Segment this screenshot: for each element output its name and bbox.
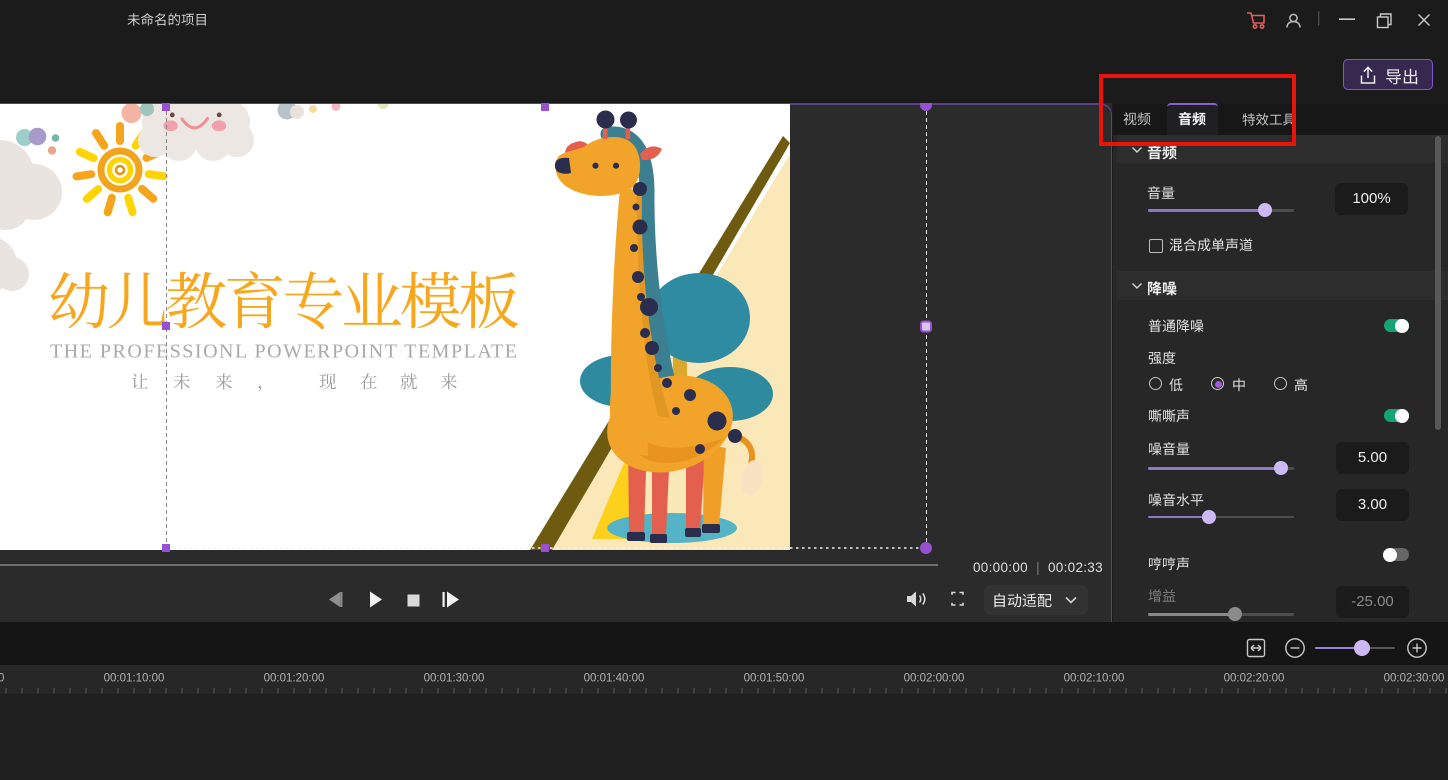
svg-text:00:02:00:00: 00:02:00:00 xyxy=(904,673,965,685)
svg-text:00:01:10:00: 00:01:10:00 xyxy=(104,673,165,685)
svg-text:00:01:30:00: 00:01:30:00 xyxy=(424,673,485,685)
svg-text:00:01:20:00: 00:01:20:00 xyxy=(264,673,325,685)
svg-text:00:02:30:00: 00:02:30:00 xyxy=(1384,673,1445,685)
svg-text:00:02:20:00: 00:02:20:00 xyxy=(1224,673,1285,685)
svg-text:00:01:00:00: 00:01:00:00 xyxy=(0,673,4,685)
svg-text:00:01:50:00: 00:01:50:00 xyxy=(744,673,805,685)
svg-text:00:02:10:00: 00:02:10:00 xyxy=(1064,673,1125,685)
svg-text:00:01:40:00: 00:01:40:00 xyxy=(584,673,645,685)
